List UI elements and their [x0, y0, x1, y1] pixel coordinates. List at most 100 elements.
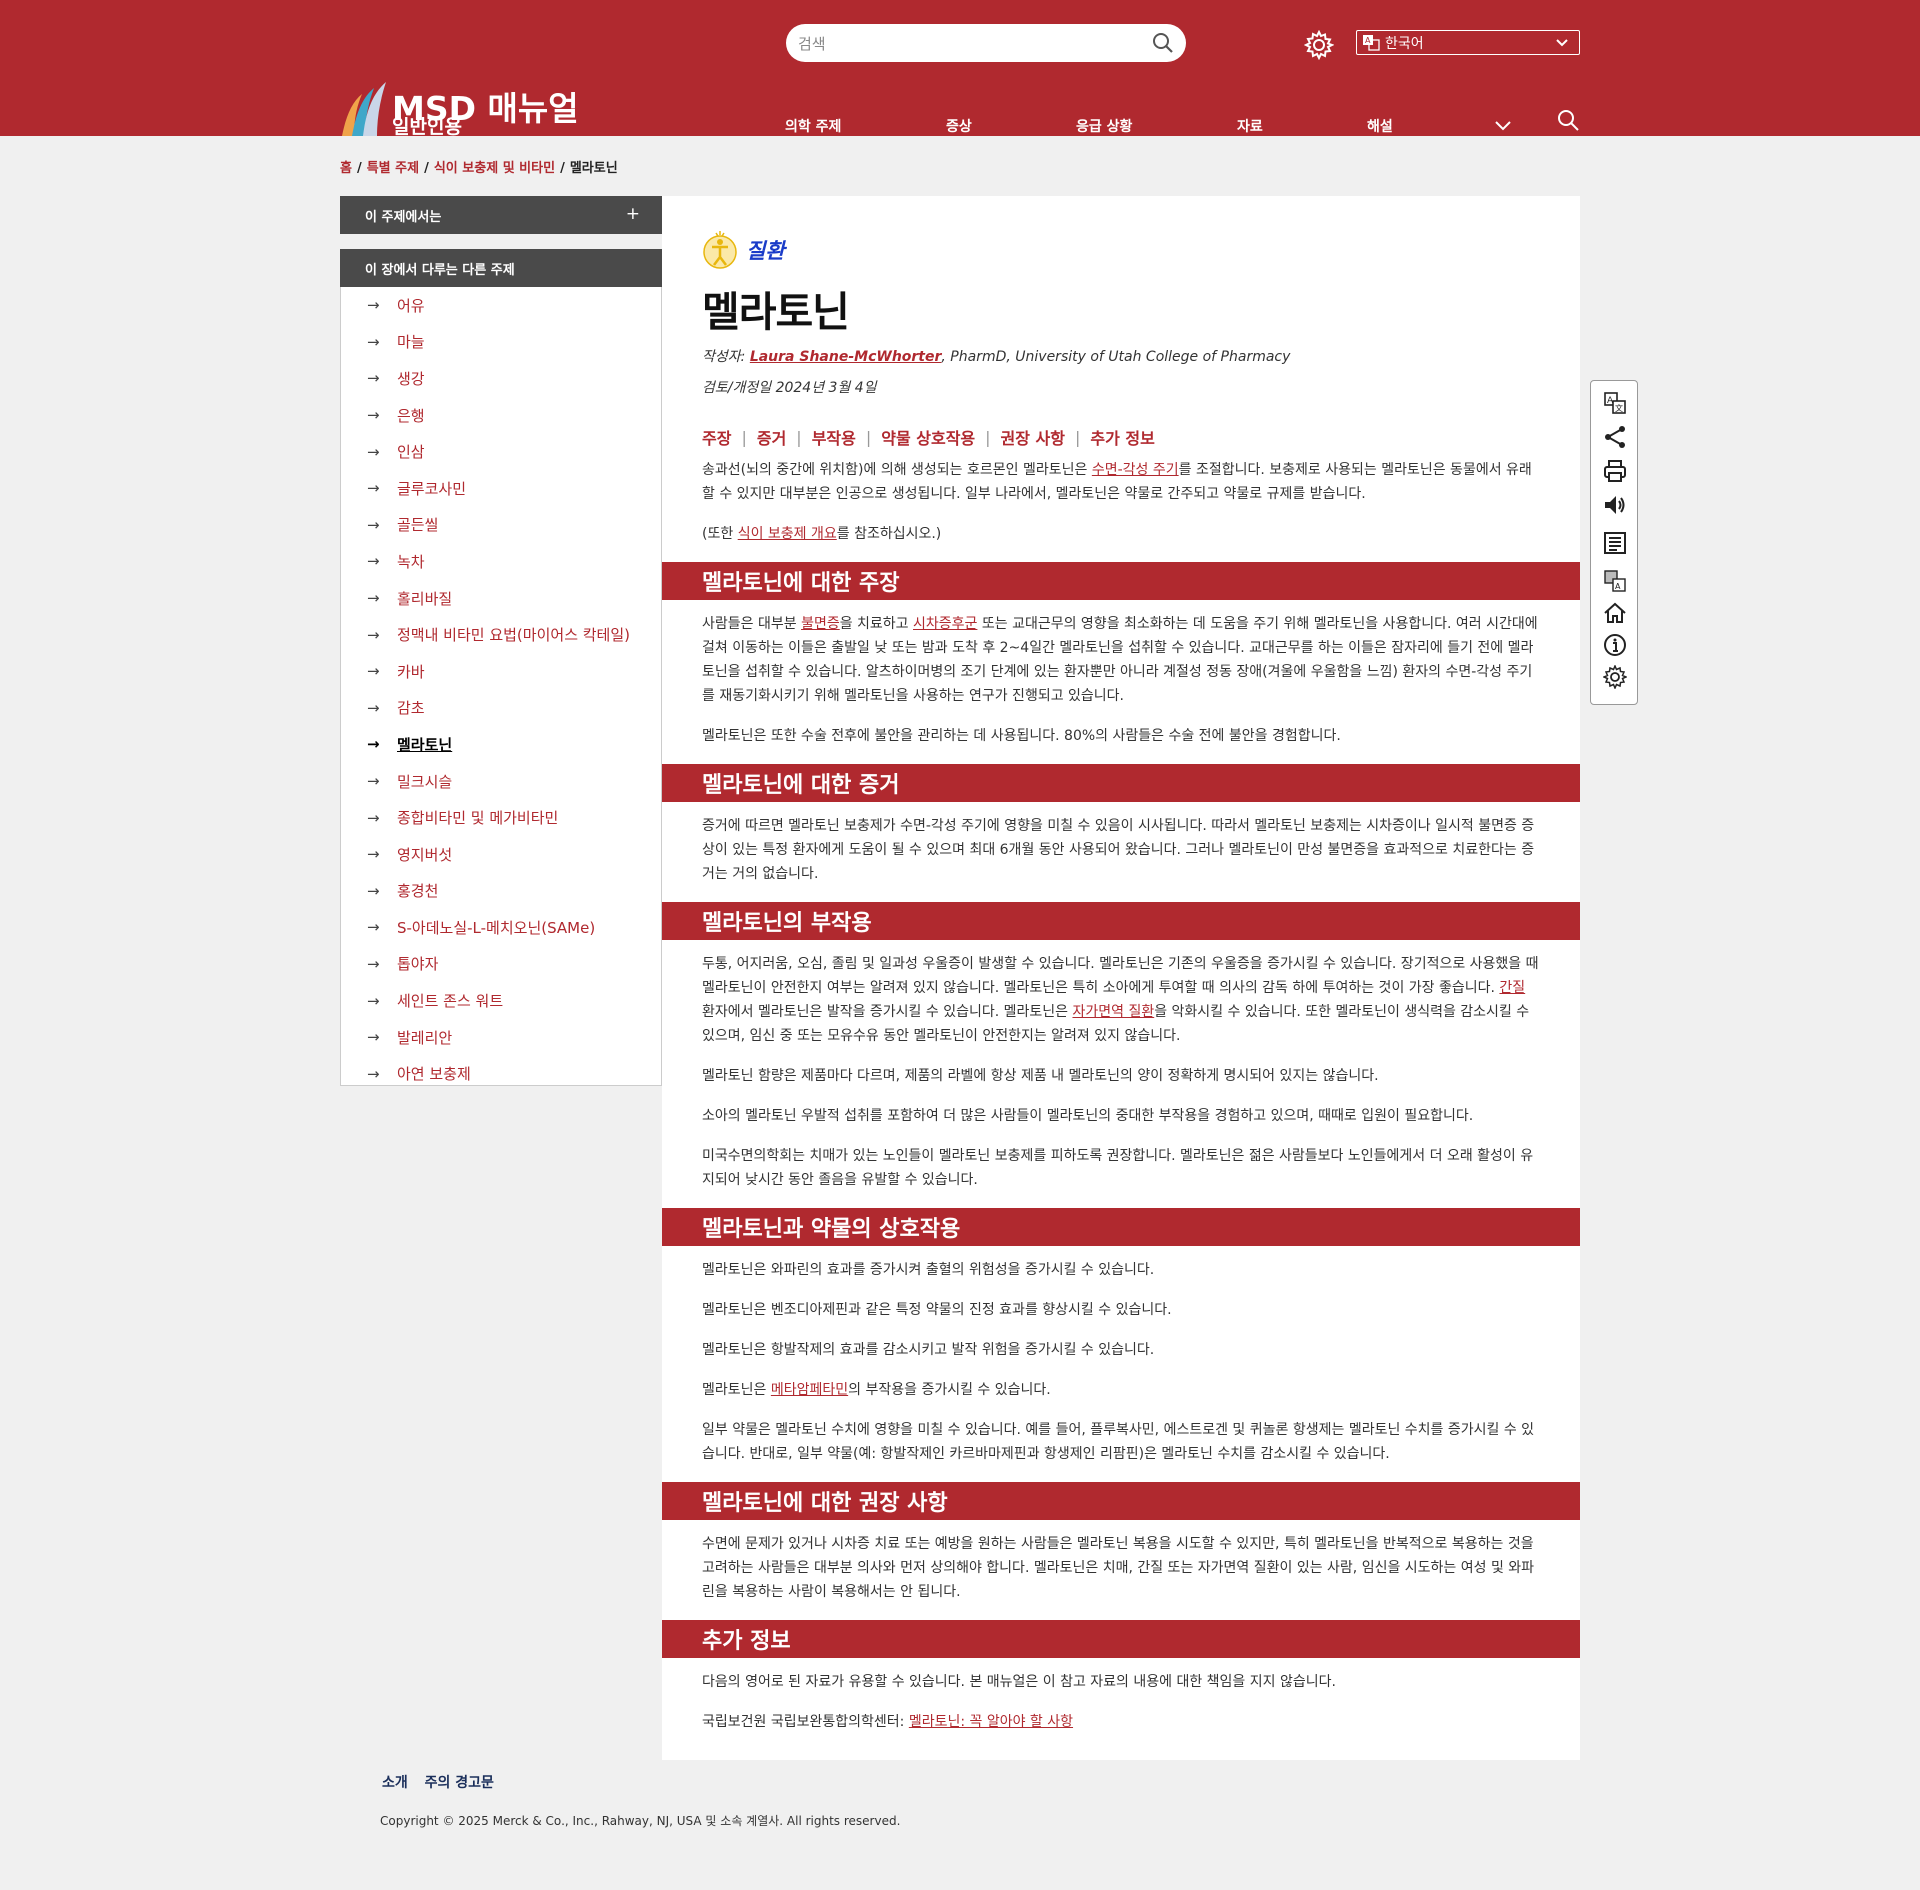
- language-select[interactable]: A 한국어: [1356, 30, 1580, 55]
- link-sleep-wake-cycle[interactable]: 수면-각성 주기: [1092, 462, 1179, 478]
- settings-icon[interactable]: [1603, 665, 1627, 689]
- sidebar-topic-item[interactable]: → 녹차: [341, 543, 661, 580]
- sidebar-topic-item[interactable]: → 영지버섯: [341, 836, 661, 873]
- msd-logo-icon[interactable]: [340, 80, 390, 136]
- jump-link-recommendations[interactable]: 권장 사항: [1001, 425, 1065, 449]
- search-input[interactable]: 검색: [786, 24, 1186, 62]
- nav-commentary[interactable]: 해설: [1367, 116, 1393, 136]
- sidebar-topic-item[interactable]: → 멜라토닌: [341, 726, 661, 763]
- site-header: 검색 A 한국어 MSD 매뉴얼 일반인용 의학 주제 증상 응급 상황 자료 …: [0, 0, 1920, 138]
- claims-paragraph: 멜라토닌은 또한 수술 전후에 불안을 관리하는 데 사용됩니다. 80%의 사…: [702, 728, 1341, 744]
- sidebar-topic-item[interactable]: → 세인트 존스 워트: [341, 982, 661, 1019]
- arrow-right-icon: →: [367, 369, 380, 388]
- info-icon[interactable]: [1603, 633, 1627, 657]
- nav-medical-topics[interactable]: 의학 주제: [785, 116, 841, 136]
- arrow-right-icon: →: [367, 881, 380, 900]
- arrow-right-icon: →: [367, 991, 380, 1010]
- sidebar-topic-label: 톱야자: [397, 955, 439, 974]
- link-jet-lag[interactable]: 시차증후군: [913, 616, 977, 632]
- link-epilepsy[interactable]: 간질: [1499, 980, 1525, 996]
- translate-icon[interactable]: A 文: [1603, 391, 1627, 415]
- section-heading-recommendations: 멜라토닌에 대한 권장 사항: [662, 1482, 1580, 1520]
- sidebar-topic-item[interactable]: → 마늘: [341, 324, 661, 361]
- sidebar-topic-item[interactable]: → 골든씰: [341, 507, 661, 544]
- interactions-paragraph: 멜라토닌은 벤조디아제핀과 같은 특정 약물의 진정 효과를 향상시킬 수 있습…: [702, 1302, 1172, 1318]
- breadcrumb: 홈 / 특별 주제 / 식이 보충제 및 비타민 / 멜라토닌: [340, 161, 618, 176]
- breadcrumb-home[interactable]: 홈: [340, 161, 352, 176]
- sidebar-topic-label: 골든씰: [397, 516, 439, 535]
- section-heading-claims: 멜라토닌에 대한 주장: [662, 562, 1580, 600]
- footer-link-about[interactable]: 소개: [382, 1775, 408, 1791]
- sidebar-topic-item[interactable]: → 감초: [341, 690, 661, 727]
- print-icon[interactable]: [1603, 459, 1627, 483]
- link-methamphetamine[interactable]: 메타암페타민: [771, 1382, 848, 1398]
- share-icon[interactable]: [1603, 425, 1627, 449]
- sidebar-topic-item[interactable]: → 정맥내 비타민 요법(마이어스 칵테일): [341, 616, 661, 653]
- sidebar-topic-item[interactable]: → 아연 보충제: [341, 1055, 661, 1092]
- language-value: 한국어: [1385, 35, 1424, 52]
- sidebar-topic-item[interactable]: → 발레리안: [341, 1019, 661, 1056]
- link-autoimmune-disease[interactable]: 자가면역 질환: [1072, 1004, 1154, 1020]
- arrow-right-icon: →: [367, 1064, 380, 1083]
- arrow-right-icon: →: [367, 515, 380, 534]
- topic-contents-toggle[interactable]: 이 주제에서는 +: [340, 196, 662, 234]
- author-link[interactable]: Laura Shane-McWhorter: [750, 349, 942, 365]
- arrow-right-icon: →: [367, 332, 380, 351]
- side-effects-paragraph: 멜라토닌 함량은 제품마다 다르며, 제품의 라벨에 항상 제품 내 멜라토닌의…: [702, 1068, 1379, 1084]
- nav-more-chevron-icon[interactable]: [1494, 118, 1512, 134]
- recommendations-paragraph: 수면에 문제가 있거나 시차증 치료 또는 예방을 원하는 사람들은 멜라토닌 …: [702, 1536, 1535, 1600]
- sidebar-topic-item[interactable]: → 은행: [341, 397, 661, 434]
- sidebar-topic-item[interactable]: → 글루코사민: [341, 470, 661, 507]
- copyright: Copyright © 2025 Merck & Co., Inc., Rahw…: [380, 1814, 901, 1828]
- sidebar-topic-item[interactable]: → 생강: [341, 360, 661, 397]
- sidebar-topic-item[interactable]: → 어유: [341, 287, 661, 324]
- sidebar-topic-item[interactable]: → 인삼: [341, 433, 661, 470]
- settings-gear-icon[interactable]: [1304, 30, 1334, 60]
- footer-link-disclaimer[interactable]: 주의 경고문: [425, 1775, 494, 1791]
- svg-text:A: A: [1365, 36, 1371, 45]
- nav-search-icon[interactable]: [1556, 108, 1580, 132]
- sidebar-topic-item[interactable]: → S-아데노실-L-메치오닌(SAMe): [341, 909, 661, 946]
- page-title: 멜라토닌: [702, 288, 850, 336]
- link-melatonin-what-to-know[interactable]: 멜라토닌: 꼭 알아야 할 사항: [909, 1714, 1073, 1730]
- interactions-paragraph: 멜라토닌은 메타암페타민의 부작용을 증가시킬 수 있습니다.: [702, 1382, 1051, 1398]
- jump-link-side-effects[interactable]: 부작용: [812, 425, 856, 449]
- audio-icon[interactable]: [1603, 493, 1627, 517]
- arrow-right-icon: →: [367, 296, 380, 315]
- category-label[interactable]: 질환: [746, 235, 785, 265]
- breadcrumb-supplements[interactable]: 식이 보충제 및 비타민: [434, 161, 555, 176]
- arrow-right-icon: →: [367, 1028, 380, 1047]
- nav-symptoms[interactable]: 증상: [946, 116, 972, 136]
- nav-resources[interactable]: 자료: [1237, 116, 1263, 136]
- plus-icon: +: [625, 204, 640, 224]
- outline-icon[interactable]: [1603, 531, 1627, 555]
- sidebar-topic-item[interactable]: → 홀리바질: [341, 580, 661, 617]
- sidebar-topic-item[interactable]: → 밀크시슬: [341, 763, 661, 800]
- translate-alt-icon[interactable]: A: [1603, 569, 1627, 593]
- sidebar-topic-item[interactable]: → 종합비타민 및 메가비타민: [341, 799, 661, 836]
- sidebar-topic-item[interactable]: → 톱야자: [341, 946, 661, 983]
- section-jump-links: 주장 | 증거 | 부작용 | 약물 상호작용 | 권장 사항 | 추가 정보: [702, 425, 1155, 449]
- nav-emergencies[interactable]: 응급 상황: [1076, 116, 1132, 136]
- sidebar-topic-item[interactable]: → 카바: [341, 653, 661, 690]
- evidence-paragraph: 증거에 따르면 멜라토닌 보충제가 수면-각성 주기에 영향을 미칠 수 있음이…: [702, 818, 1535, 882]
- sidebar-topic-item[interactable]: → 홍경천: [341, 873, 661, 910]
- jump-link-interactions[interactable]: 약물 상호작용: [881, 425, 975, 449]
- search-icon[interactable]: [1152, 32, 1174, 54]
- chapter-topics-list: → 어유 → 마늘 → 생강 → 은행 → 인삼 → 글루코사민 → 골든씰 → 녹차 → 홀리바질 → 정맥내 비타…: [341, 287, 661, 1092]
- breadcrumb-special-topics[interactable]: 특별 주제: [367, 161, 419, 176]
- link-insomnia[interactable]: 불면증: [801, 616, 840, 632]
- byline-credentials: , PharmD, University of Utah College of …: [941, 349, 1291, 365]
- jump-link-evidence[interactable]: 증거: [757, 425, 786, 449]
- home-icon[interactable]: [1603, 601, 1627, 625]
- sidebar-topic-label: 생강: [397, 369, 425, 388]
- sidebar-topic-label: 홍경천: [397, 882, 439, 901]
- jump-link-claims[interactable]: 주장: [702, 425, 731, 449]
- arrow-right-icon: →: [367, 662, 380, 681]
- jump-link-more-info[interactable]: 추가 정보: [1090, 425, 1154, 449]
- arrow-right-icon: →: [367, 845, 380, 864]
- sidebar-topic-label: 감초: [397, 699, 425, 718]
- link-supplements-overview[interactable]: 식이 보충제 개요: [738, 526, 837, 542]
- arrow-right-icon: →: [367, 552, 380, 571]
- arrow-right-icon: →: [367, 442, 380, 461]
